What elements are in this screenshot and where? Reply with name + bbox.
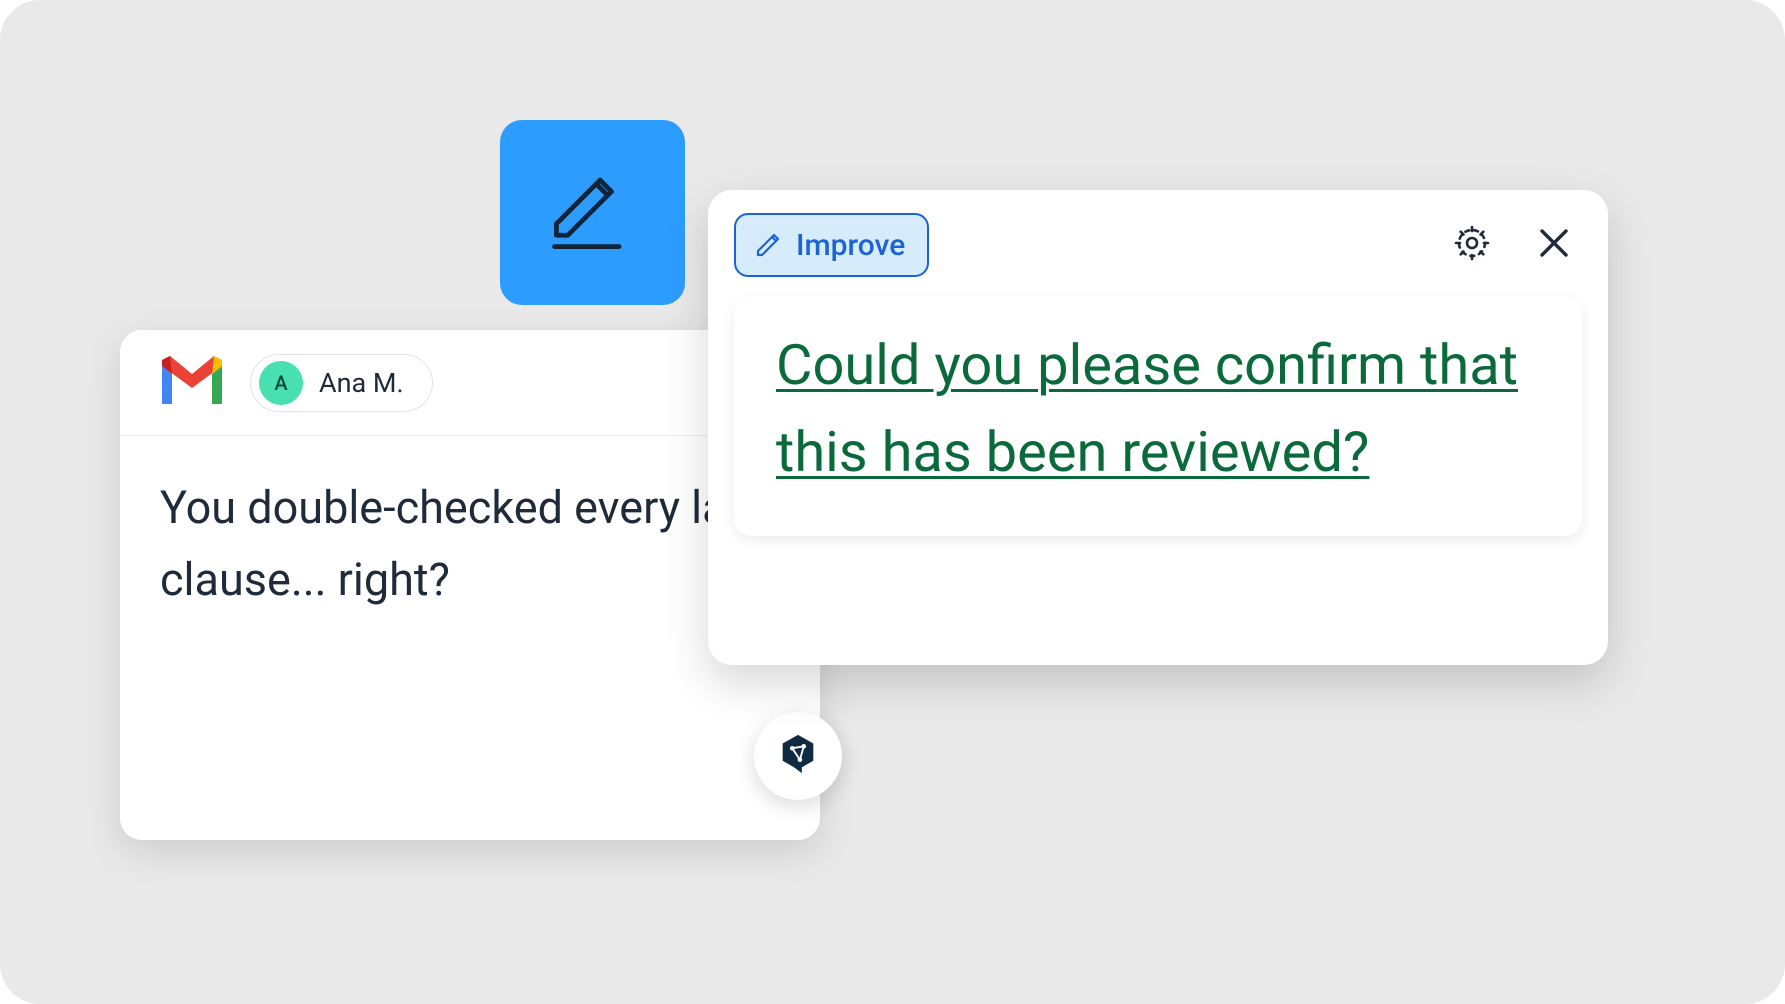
improve-button[interactable]: Improve bbox=[734, 213, 929, 277]
edit-tile[interactable] bbox=[500, 120, 685, 305]
sender-chip[interactable]: A Ana M. bbox=[250, 354, 433, 412]
gear-icon[interactable] bbox=[1452, 223, 1492, 267]
share-button[interactable] bbox=[754, 712, 842, 800]
suggestion-card: Improve Could you bbox=[708, 190, 1608, 665]
pencil-icon bbox=[545, 163, 640, 262]
sender-name: Ana M. bbox=[319, 367, 404, 399]
gmail-icon bbox=[156, 354, 228, 412]
suggestion-toolbar: Improve bbox=[734, 210, 1582, 280]
pencil-icon bbox=[752, 225, 784, 265]
close-icon[interactable] bbox=[1534, 223, 1574, 267]
suggestion-body: Could you please confirm that this has b… bbox=[734, 296, 1582, 536]
sender-avatar: A bbox=[259, 361, 303, 405]
canvas: A Ana M. You double-checked every last c… bbox=[0, 0, 1785, 1004]
suggestion-text[interactable]: Could you please confirm that this has b… bbox=[776, 322, 1540, 496]
improve-button-label: Improve bbox=[796, 228, 905, 263]
share-hex-icon bbox=[775, 731, 821, 781]
